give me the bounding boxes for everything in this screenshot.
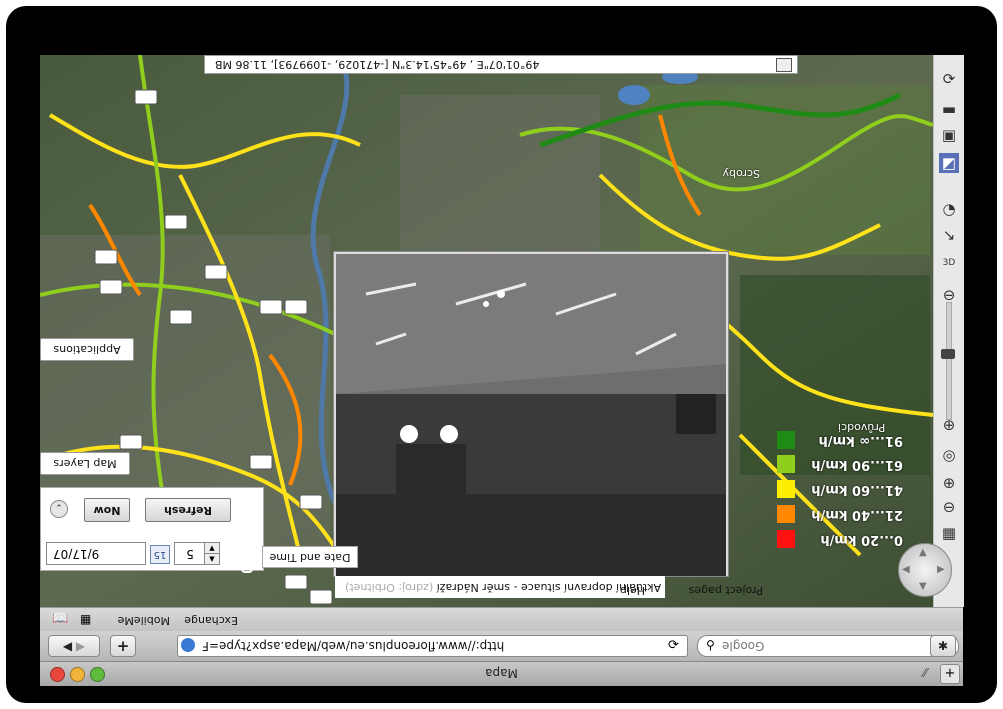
3d-icon[interactable]: 3D <box>939 253 959 273</box>
coordinate-text: 49°01'07"E , 49°45'14.3"N [-471029, -109… <box>215 58 540 71</box>
map-layers-button[interactable]: Map Layers <box>40 452 130 475</box>
applications-button[interactable]: Applications <box>40 338 134 361</box>
date-time-tab[interactable]: Date and Time <box>262 546 358 568</box>
collapse-icon[interactable]: ⌃ <box>50 500 68 518</box>
legend-label: 0...20 km/h <box>820 532 903 547</box>
bookmarks-bar: 📖 ▦ MobileMe Exchange <box>40 607 963 632</box>
legend-label: 91...∞ km/h <box>818 433 903 448</box>
layer-icon[interactable]: ◩ <box>939 153 959 173</box>
zoom-slider-track[interactable] <box>946 302 952 420</box>
new-tab-button[interactable]: + <box>940 664 960 684</box>
legend-item: 41...60 km/h <box>777 479 903 499</box>
interval-input[interactable]: 5 <box>174 542 206 565</box>
pan-left-icon[interactable]: ◀ <box>902 564 910 575</box>
grid-icon[interactable]: ▦ <box>939 523 959 543</box>
refresh-button[interactable]: Refresh <box>145 498 231 522</box>
coordinate-readout: 49°01'07"E , 49°45'14.3"N [-471029, -109… <box>204 55 798 74</box>
title-bar: Mapa ⁄⁄ + <box>40 661 963 686</box>
zoom-slider-thumb[interactable] <box>941 349 955 359</box>
legend-swatch <box>777 431 795 449</box>
globe-icon <box>181 638 195 652</box>
zoom-minus-icon[interactable]: ⊖ <box>939 497 959 517</box>
add-bookmark-button[interactable]: + <box>110 635 136 657</box>
stepper-down-icon[interactable]: ▼ <box>204 553 220 565</box>
date-time-panel: ⌃ Now Refresh 9/17/07 15 5 ▲ ▼ <box>40 487 264 571</box>
maximize-icon[interactable] <box>776 58 792 72</box>
legend-swatch <box>777 505 795 523</box>
window-title: Mapa <box>485 666 518 680</box>
camera-popup[interactable] <box>333 251 729 577</box>
legend-swatch <box>777 530 795 548</box>
date-input[interactable]: 9/17/07 <box>46 542 146 565</box>
legend-label: 61...90 km/h <box>811 457 903 472</box>
legend-swatch <box>777 455 795 473</box>
bug-icon[interactable]: ✱ <box>930 635 956 657</box>
legend-item: 61...90 km/h <box>777 454 903 474</box>
folder-icon[interactable]: ▬ <box>939 99 959 119</box>
zoom-plus-icon[interactable]: ⊕ <box>939 473 959 493</box>
legend-item: 21...40 km/h <box>777 504 903 524</box>
screen: 49°01'07"E , 49°45'14.3"N [-471029, -109… <box>0 0 1003 709</box>
pan-right-icon[interactable]: ▶ <box>937 564 945 575</box>
zoom-box-icon[interactable]: ◎ <box>939 445 959 465</box>
drag-handle-icon[interactable] <box>241 557 253 573</box>
pan-up-icon[interactable]: ▲ <box>919 547 927 558</box>
zoom-icon[interactable] <box>90 667 105 682</box>
legend-swatch <box>777 480 795 498</box>
speed-legend: Průvodci 91...∞ km/h 61...90 km/h 41...6… <box>777 418 903 554</box>
back-icon[interactable]: ◀ <box>63 639 72 653</box>
place-label: Scroby <box>722 167 760 180</box>
resize-icon[interactable]: ⁄⁄ <box>923 666 927 680</box>
legend-label: 21...40 km/h <box>811 507 903 522</box>
book-icon[interactable]: 📖 <box>52 612 70 626</box>
forward-icon[interactable]: ▶ <box>76 639 85 653</box>
close-icon[interactable] <box>50 667 65 682</box>
bookmark-mobileme[interactable]: MobileMe <box>112 612 170 628</box>
legend-item: 0...20 km/h <box>777 529 903 549</box>
address-bar[interactable]: http://www.floreonplus.eu/web/Mapa.aspx?… <box>177 635 688 657</box>
save-icon[interactable]: ▣ <box>939 125 959 145</box>
bookmark-exchange[interactable]: Exchange <box>180 612 238 628</box>
minimize-icon[interactable] <box>70 667 85 682</box>
search-field[interactable]: Google ⚲ <box>697 635 959 657</box>
refresh-icon[interactable]: ⟳ <box>939 69 959 89</box>
grid-view-icon[interactable]: ▦ <box>80 612 96 626</box>
legend-label: 41...60 km/h <box>811 482 903 497</box>
select-icon[interactable]: ◔ <box>939 199 959 219</box>
interval-stepper[interactable]: ▲ ▼ <box>204 542 220 565</box>
search-icon: ⚲ <box>706 638 715 652</box>
map-bottom-nav: Help Project pages <box>619 584 763 597</box>
camera-image <box>336 254 726 576</box>
back-forward-buttons[interactable]: ◀ ▶ <box>48 635 100 657</box>
legend-item: 91...∞ km/h <box>777 430 903 450</box>
now-button[interactable]: Now <box>84 498 130 522</box>
measure-icon[interactable]: ↘ <box>939 225 959 245</box>
calendar-icon[interactable]: 15 <box>150 545 170 564</box>
browser-toolbar: ◀ ▶ + http://www.floreonplus.eu/web/Mapa… <box>40 631 963 661</box>
reload-icon[interactable]: ⟳ <box>668 638 679 653</box>
